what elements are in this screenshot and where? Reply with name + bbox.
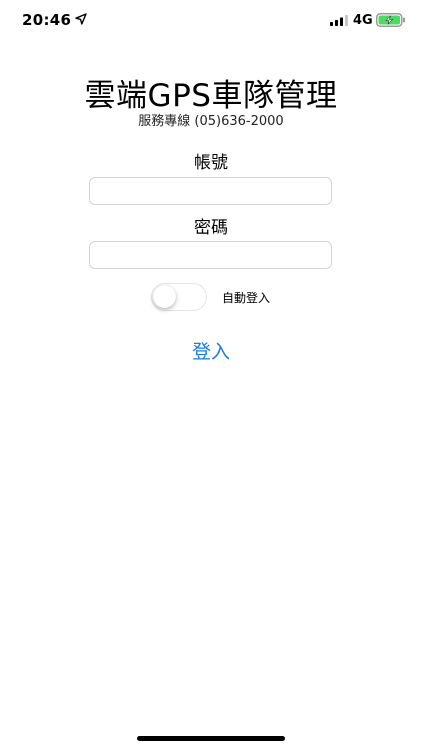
network-label: 4G bbox=[353, 13, 373, 28]
account-input[interactable] bbox=[89, 177, 332, 205]
battery-charging-icon bbox=[376, 13, 405, 27]
toggle-knob bbox=[153, 285, 176, 308]
status-bar: 20:46 4G bbox=[0, 0, 422, 40]
location-arrow-icon bbox=[75, 13, 87, 25]
login-button[interactable]: 登入 bbox=[161, 334, 261, 366]
service-hotline: 服務專線 (05)636-2000 bbox=[138, 114, 284, 129]
home-indicator[interactable] bbox=[137, 736, 285, 741]
password-input[interactable] bbox=[89, 241, 332, 269]
status-time: 20:46 bbox=[22, 11, 72, 29]
password-label: 密碼 bbox=[194, 218, 228, 238]
app-title: 雲端GPS車隊管理 bbox=[84, 78, 338, 114]
account-label: 帳號 bbox=[194, 153, 228, 173]
auto-login-label: 自動登入 bbox=[222, 291, 271, 305]
cellular-signal-icon bbox=[330, 15, 348, 26]
auto-login-toggle[interactable] bbox=[151, 283, 207, 311]
